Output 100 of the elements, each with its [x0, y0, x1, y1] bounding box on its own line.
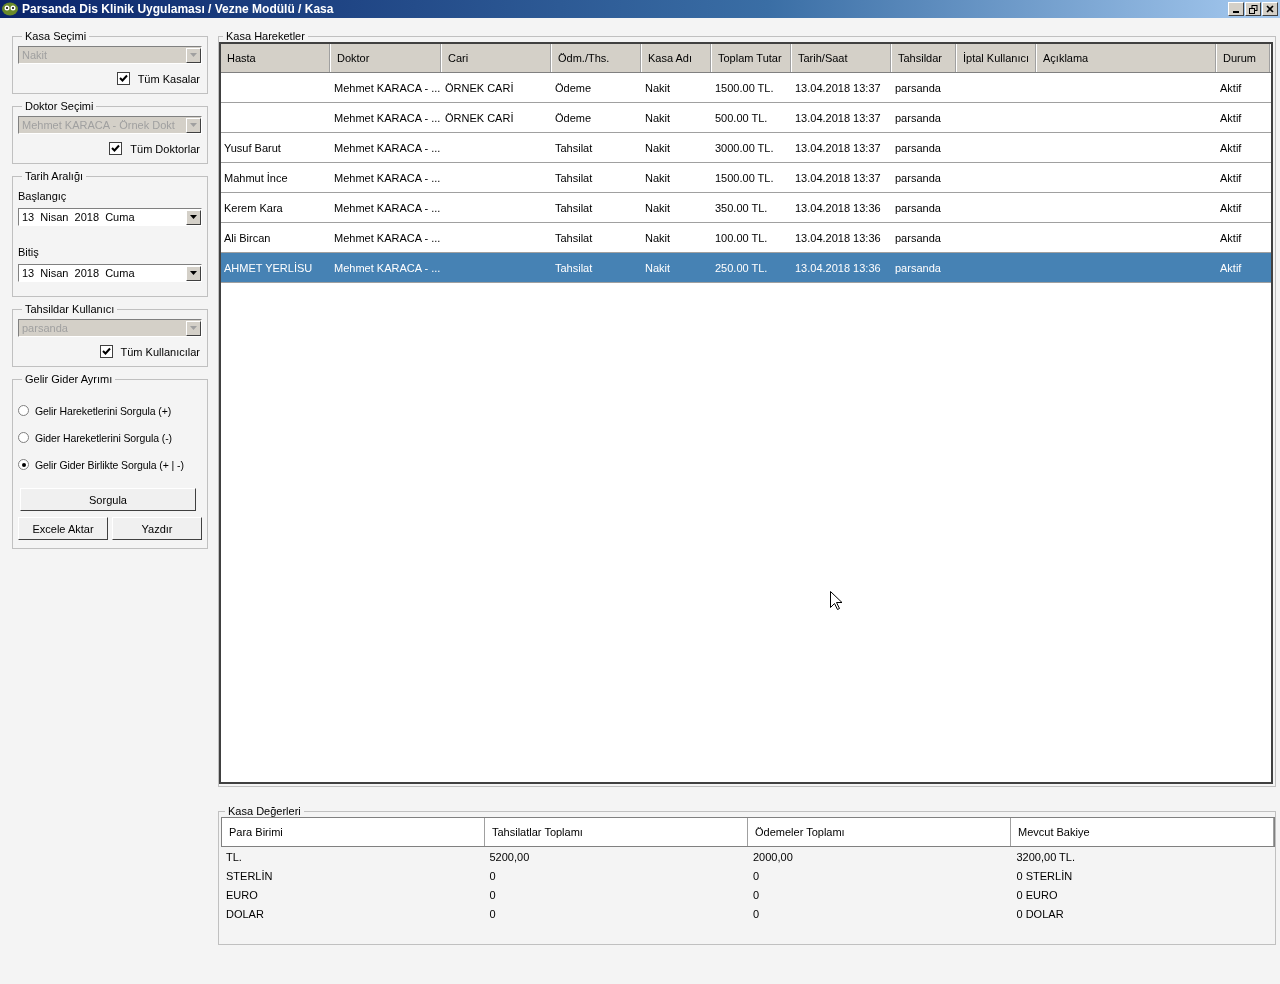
dropdown-field[interactable]: 13 Nisan 2018 Cuma — [18, 208, 202, 226]
column-header[interactable]: Doktor — [331, 44, 442, 72]
table-cell: parsanda — [895, 201, 941, 214]
table-cell: parsanda — [895, 141, 941, 154]
table-cell: Ali Bircan — [224, 231, 271, 244]
table-cell: 13.04.2018 13:36 — [795, 201, 881, 214]
table-cell: 1500.00 TL. — [715, 171, 774, 184]
table-cell: 3000.00 TL. — [715, 141, 774, 154]
group-title: Doktor Seçimi — [24, 100, 95, 112]
table-row[interactable]: Kerem Kara Mehmet KARACA - ... Tahsilat Nakit 350.00 TL. 13.04.2018 13:36 parsanda Aktif — [221, 193, 1271, 223]
column-header[interactable]: Para Birimi — [222, 818, 485, 846]
table-cell: 13.04.2018 13:37 — [795, 81, 881, 94]
group-title: Tahsildar Kullanıcı — [24, 303, 116, 315]
table-cell: 13.04.2018 13:36 — [795, 231, 881, 244]
table-cell: 2000,00 — [753, 850, 793, 863]
column-header[interactable]: Ödemeler Toplamı — [748, 818, 1011, 846]
table-cell: AHMET YERLİSU — [224, 261, 313, 274]
group-title: Tarih Aralığı — [24, 170, 85, 182]
table-cell: TL. — [226, 850, 242, 863]
column-header[interactable]: Ödm./Ths. — [552, 44, 642, 72]
table-cell: Mehmet KARACA - ... — [334, 81, 441, 94]
table-cell: Tahsilat — [555, 201, 593, 214]
table-cell: Mehmet KARACA - ... — [334, 201, 441, 214]
table-cell: Nakit — [645, 201, 671, 214]
table-cell: parsanda — [895, 261, 941, 274]
table-cell: 0 — [489, 888, 496, 901]
column-header[interactable]: Tarih/Saat — [792, 44, 892, 72]
checkbox-label: Tüm Kullanıcılar — [120, 345, 200, 358]
table-cell: 13.04.2018 13:37 — [795, 171, 881, 184]
table-cell: 3200,00 TL. — [1016, 850, 1075, 863]
table-cell: Aktif — [1220, 141, 1242, 154]
action-button[interactable]: Yazdır — [112, 517, 202, 540]
column-header[interactable]: Mevcut Bakiye — [1011, 818, 1274, 846]
column-header[interactable]: Açıklama — [1037, 44, 1217, 72]
window-title: Parsanda Dis Klinik Uygulaması / Vezne Modülü / Kasa — [22, 2, 335, 16]
table-cell: Aktif — [1220, 111, 1242, 124]
table-cell: Nakit — [645, 171, 671, 184]
radio-label: Gelir Hareketlerini Sorgula (+) — [35, 404, 172, 417]
date-label: Başlangıç — [18, 190, 68, 202]
dropdown-field[interactable]: 13 Nisan 2018 Cuma — [18, 264, 202, 282]
radio-label: Gelir Gider Birlikte Sorgula (+ | -) — [35, 458, 184, 471]
table-cell: 13.04.2018 13:37 — [795, 111, 881, 124]
table-cell: 0 — [753, 869, 760, 882]
table-cell: Aktif — [1220, 81, 1242, 94]
table-cell: STERLİN — [226, 869, 273, 882]
table-cell: Nakit — [645, 111, 671, 124]
table-cell: DOLAR — [226, 907, 264, 920]
table-cell: Nakit — [645, 81, 671, 94]
table-cell: parsanda — [895, 81, 941, 94]
table-cell: Nakit — [645, 231, 671, 244]
column-header[interactable]: İptal Kullanıcı — [957, 44, 1037, 72]
table-cell: parsanda — [895, 231, 941, 244]
table-cell: 350.00 TL. — [715, 201, 768, 214]
table-cell: Tahsilat — [555, 171, 593, 184]
table-cell: Aktif — [1220, 171, 1242, 184]
table-cell: Nakit — [645, 261, 671, 274]
table-cell: EURO — [226, 888, 258, 901]
group-title: Gelir Gider Ayrımı — [24, 373, 114, 385]
table-cell: 250.00 TL. — [715, 261, 768, 274]
table-cell: 5200,00 — [489, 850, 530, 863]
column-header[interactable]: Hasta — [221, 44, 331, 72]
column-header[interactable]: Cari — [442, 44, 552, 72]
table-cell: ÖRNEK CARİ — [445, 111, 514, 124]
group-title: Kasa Değerleri — [227, 805, 302, 817]
table-cell: Tahsilat — [555, 261, 593, 274]
column-header[interactable]: Toplam Tutar — [712, 44, 792, 72]
table-cell: Ödeme — [555, 111, 592, 124]
table-cell: Mehmet KARACA - ... — [334, 141, 441, 154]
column-header[interactable]: Tahsilatlar Toplamı — [485, 818, 748, 846]
table-cell: 0 — [489, 907, 496, 920]
table-row[interactable]: AHMET YERLİSU Mehmet KARACA - ... Tahsilat Nakit 250.00 TL. 13.04.2018 13:36 parsanda Aktif — [221, 253, 1271, 283]
table-cell: 13.04.2018 13:37 — [795, 141, 881, 154]
table-row[interactable]: Yusuf Barut Mehmet KARACA - ... Tahsilat Nakit 3000.00 TL. 13.04.2018 13:37 parsanda Aktif — [221, 133, 1271, 163]
table-cell: 0 DOLAR — [1016, 907, 1064, 920]
table-cell: Mehmet KARACA - ... — [334, 171, 441, 184]
table-row[interactable]: Mehmet KARACA - ... ÖRNEK CARİ Ödeme Nakit 500.00 TL. 13.04.2018 13:37 parsanda Aktif — [221, 103, 1271, 133]
query-button[interactable]: Sorgula — [20, 488, 196, 511]
column-header[interactable]: Kasa Adı — [642, 44, 712, 72]
table-cell: Tahsilat — [555, 231, 593, 244]
column-header[interactable]: Durum — [1217, 44, 1271, 72]
table-cell: 0 — [489, 869, 496, 882]
table-cell: Mahmut İnce — [224, 171, 288, 184]
table-cell: Mehmet KARACA - ... — [334, 231, 441, 244]
table-row[interactable]: Mehmet KARACA - ... ÖRNEK CARİ Ödeme Nakit 1500.00 TL. 13.04.2018 13:37 parsanda Aktif — [221, 73, 1271, 103]
table-cell: Mehmet KARACA - ... — [334, 111, 441, 124]
table-cell: ÖRNEK CARİ — [445, 81, 514, 94]
action-button[interactable]: Excele Aktar — [18, 517, 108, 540]
table-row[interactable]: Mahmut İnce Mehmet KARACA - ... Tahsilat Nakit 1500.00 TL. 13.04.2018 13:37 parsanda Aktif — [221, 163, 1271, 193]
table-cell: 500.00 TL. — [715, 111, 768, 124]
table-cell: Kerem Kara — [224, 201, 283, 214]
table-cell: 100.00 TL. — [715, 231, 768, 244]
group-title: Kasa Seçimi — [24, 30, 88, 42]
table-cell: 0 — [753, 907, 760, 920]
table-cell: 13.04.2018 13:36 — [795, 261, 881, 274]
table-cell: Aktif — [1220, 261, 1242, 274]
table-cell: parsanda — [895, 171, 941, 184]
group-title: Kasa Hareketler — [225, 30, 306, 42]
radio-label: Gider Hareketlerini Sorgula (-) — [35, 431, 172, 444]
column-header[interactable]: Tahsildar — [892, 44, 957, 72]
table-cell: 0 EURO — [1016, 888, 1058, 901]
